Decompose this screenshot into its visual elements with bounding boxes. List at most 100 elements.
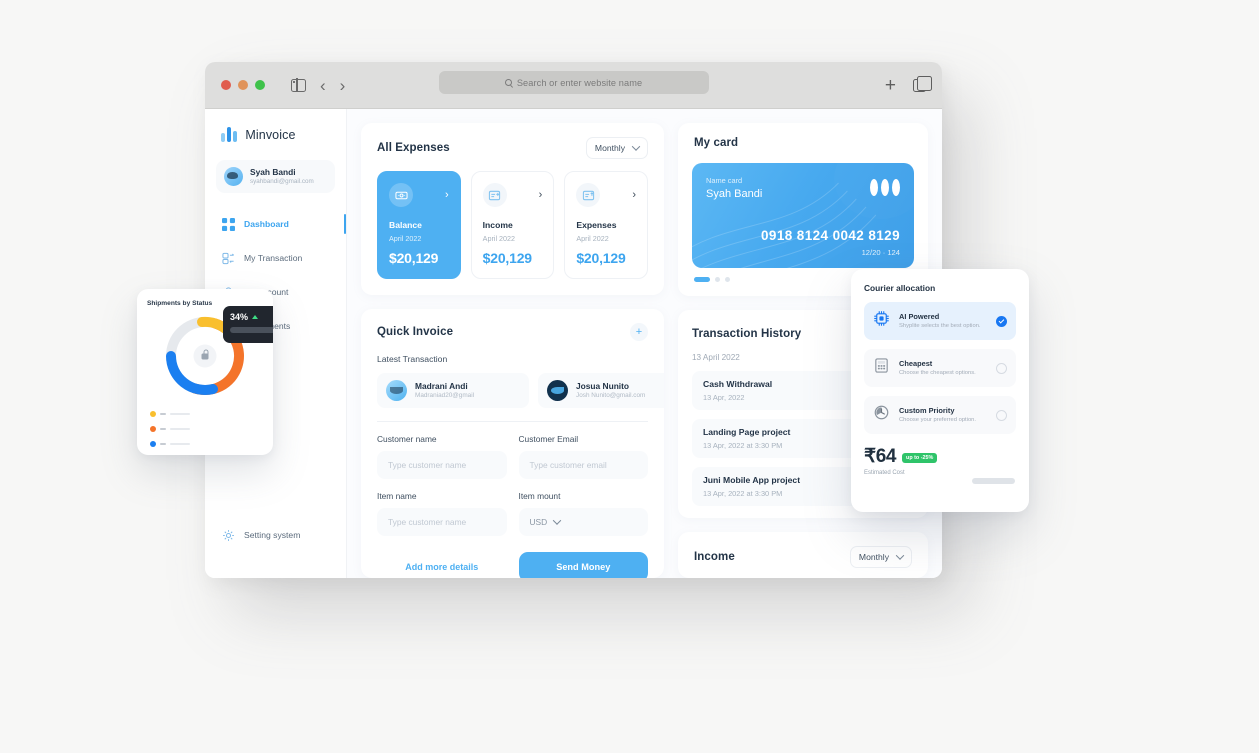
- card-expiry: 12/20 · 124: [861, 248, 900, 257]
- customer-name-input[interactable]: Type customer name: [377, 451, 507, 479]
- check-icon[interactable]: [996, 315, 1007, 327]
- list-item[interactable]: Josua Nunito Josh Nunito@gmail.com: [538, 373, 664, 408]
- income-card: Income Monthly: [678, 532, 928, 578]
- customer-name-field-group: Customer name Type customer name: [377, 434, 507, 479]
- add-more-details-link[interactable]: Add more details: [377, 562, 507, 572]
- card-brand-icon: [870, 179, 900, 196]
- brand: Minvoice: [205, 127, 346, 156]
- legend-item: [150, 441, 202, 447]
- estimated-cost-label: Estimated Cost: [864, 470, 905, 477]
- legend-label-bar: [160, 412, 166, 416]
- search-icon: [504, 79, 512, 86]
- send-money-button[interactable]: Send Money: [518, 552, 648, 578]
- add-invoice-button[interactable]: +: [630, 323, 648, 341]
- app-body: Minvoice Syah Bandi syahbandi@gmail.com …: [205, 109, 942, 578]
- close-window-button[interactable]: [221, 80, 231, 90]
- customer-email-field-group: Customer Email Type customer email: [518, 434, 648, 479]
- expense-tile-expenses[interactable]: › Expenses April 2022 $20,129: [564, 171, 649, 279]
- expense-tile-income[interactable]: › Income April 2022 $20,129: [470, 171, 555, 279]
- new-tab-icon[interactable]: +: [885, 76, 896, 95]
- address-bar[interactable]: Search or enter website name: [438, 71, 709, 94]
- courier-option-custom-priority[interactable]: Custom Priority Choose your preferred op…: [864, 396, 1016, 434]
- calculator-icon: [873, 357, 890, 379]
- courier-allocation-title: Courier allocation: [864, 283, 936, 293]
- status-badge: up to -25%: [902, 453, 938, 464]
- tooltip-value: 34%: [230, 312, 249, 322]
- courier-option-cheapest[interactable]: Cheapest Choose the cheapest options.: [864, 349, 1016, 387]
- grid-icon: [222, 217, 235, 231]
- currency-value: USD: [529, 517, 548, 527]
- field-label: Customer Email: [518, 434, 579, 444]
- income-period-select[interactable]: Monthly: [849, 546, 912, 568]
- browser-window: ‹ › Search or enter website name + Minvo…: [205, 62, 942, 578]
- user-email: syahbandi@gmail.com: [250, 177, 314, 185]
- card-number: 0918 8124 0042 8129: [761, 228, 900, 243]
- item-name-input[interactable]: Type customer name: [377, 508, 507, 536]
- minimize-window-button[interactable]: [238, 80, 248, 90]
- my-card-title: My card: [694, 137, 739, 149]
- expenses-period-value: Monthly: [594, 143, 625, 153]
- sidebar-toggle-icon[interactable]: [291, 77, 306, 93]
- chevron-right-icon[interactable]: ›: [632, 189, 636, 201]
- option-description: Shyplite selects the best option.: [899, 323, 981, 330]
- sidebar-user-card[interactable]: Syah Bandi syahbandi@gmail.com: [216, 160, 335, 193]
- legend-color-swatch: [150, 441, 156, 447]
- back-icon[interactable]: ‹: [320, 77, 326, 94]
- radio-button[interactable]: [996, 362, 1007, 374]
- expenses-period-select[interactable]: Monthly: [585, 137, 648, 159]
- money-icon: [389, 183, 413, 207]
- item-mount-field-group: Item mount USD: [518, 491, 648, 536]
- estimated-cost-value: ₹64: [864, 446, 897, 467]
- placeholder-bar: [972, 478, 1015, 484]
- legend-value-bar: [170, 427, 190, 431]
- shipments-legend: [147, 411, 263, 455]
- sidebar-item-label: My Transaction: [244, 253, 303, 263]
- legend-value-bar: [170, 442, 190, 446]
- option-name: Cheapest: [899, 358, 933, 368]
- expense-tile-value: $20,129: [576, 250, 626, 266]
- expense-tile-value: $20,129: [482, 250, 532, 266]
- chevron-down-icon: [895, 551, 905, 560]
- radio-button[interactable]: [996, 409, 1007, 421]
- expense-tile-balance[interactable]: › Balance April 2022 $20,129: [377, 171, 461, 279]
- traffic-lights[interactable]: [221, 80, 265, 90]
- item-mount-currency-select[interactable]: USD: [518, 508, 648, 536]
- pager-dot[interactable]: [715, 277, 720, 282]
- expenses-icon: [576, 183, 601, 207]
- avatar: [224, 167, 243, 186]
- user-name: Syah Bandi: [250, 167, 296, 178]
- maximize-window-button[interactable]: [255, 80, 265, 90]
- forward-icon[interactable]: ›: [340, 77, 346, 94]
- courier-option-ai-powered[interactable]: AI Powered Shyplite selects the best opt…: [864, 302, 1016, 340]
- minvoice-logo-icon: [221, 127, 238, 142]
- screenshot-stage: ‹ › Search or enter website name + Minvo…: [0, 0, 1259, 753]
- legend-color-swatch: [150, 411, 156, 417]
- chevron-right-icon[interactable]: ›: [445, 189, 449, 201]
- shipments-by-status-panel: Shipments by Status 34%: [137, 289, 273, 455]
- sidebar-item-label: Setting system: [244, 530, 301, 540]
- transaction-icon: [222, 252, 235, 265]
- pager-dot[interactable]: [725, 277, 730, 282]
- pager-dot-active[interactable]: [694, 277, 710, 282]
- credit-card[interactable]: Name card Syah Bandi 0918 8124 0042 8129…: [692, 163, 914, 268]
- tab-overview-icon[interactable]: [913, 75, 932, 92]
- sidebar-item-setting-system[interactable]: Setting system: [205, 518, 346, 552]
- income-title: Income: [694, 551, 735, 563]
- contact-email: Madraniad20@gmail: [415, 391, 475, 399]
- trend-up-icon: [252, 315, 259, 319]
- legend-color-swatch: [150, 426, 156, 432]
- income-chart-row: Design service 40%: [678, 568, 928, 578]
- expense-tile-value: $20,129: [389, 250, 439, 266]
- plus-icon: +: [635, 325, 643, 338]
- list-item[interactable]: Madrani Andi Madraniad20@gmail: [377, 373, 529, 408]
- expense-tile-label: Income: [482, 220, 513, 230]
- invoice-actions: Add more details Send Money: [361, 536, 664, 578]
- sidebar-item-my-transaction[interactable]: My Transaction: [205, 241, 346, 275]
- income-period-value: Monthly: [858, 552, 889, 562]
- latest-transaction-label: Latest Transaction: [377, 354, 448, 364]
- chevron-right-icon[interactable]: ›: [539, 189, 543, 201]
- browser-chrome: ‹ › Search or enter website name +: [205, 62, 942, 109]
- shipments-donut-chart: 34%: [147, 306, 273, 402]
- customer-email-input[interactable]: Type customer email: [518, 451, 648, 479]
- sidebar-item-dashboard[interactable]: Dashboard: [205, 207, 346, 241]
